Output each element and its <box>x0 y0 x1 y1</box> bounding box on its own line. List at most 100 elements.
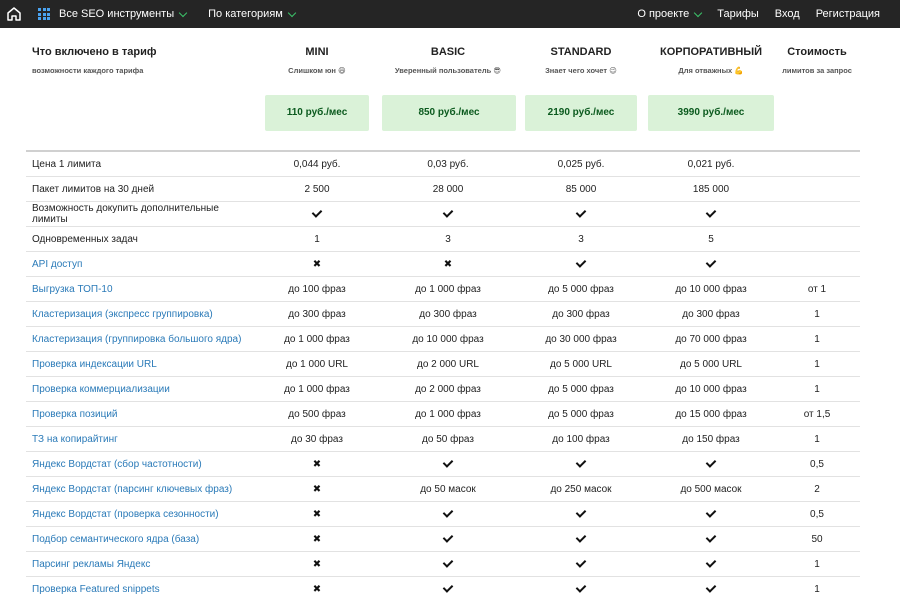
cross-icon: ✖ <box>444 260 452 270</box>
value-cell <box>252 202 382 227</box>
register-link[interactable]: Регистрация <box>816 8 880 20</box>
header-cell: Что включено в тариф возможности каждого… <box>26 28 252 75</box>
cost-subtitle: лимитов за запрос <box>774 66 860 75</box>
plan-header-corporate: КОРПОРАТИВНЫЙ Для отважных 💪 <box>648 28 774 75</box>
feature-link[interactable]: Выгрузка ТОП-10 <box>26 277 252 302</box>
price-button-corporate[interactable]: 3990 руб./мес <box>648 95 774 131</box>
value-cell: до 1 000 фраз <box>252 327 382 352</box>
feature-link[interactable]: Проверка индексации URL <box>26 352 252 377</box>
cost-cell <box>774 227 860 252</box>
value-cell <box>382 502 514 527</box>
value-cell: до 1 000 фраз <box>252 377 382 402</box>
pricing-table: Что включено в тариф возможности каждого… <box>26 28 860 601</box>
feature-link[interactable]: Яндекс Вордстат (проверка сезонности) <box>26 502 252 527</box>
feature-link[interactable]: Кластеризация (экспресс группировка) <box>26 302 252 327</box>
table-row: ТЗ на копирайтингдо 30 фраздо 50 фраздо … <box>26 427 860 452</box>
by-category-label: По категориям <box>208 8 283 20</box>
value-cell: 0,025 руб. <box>514 151 648 177</box>
value-cell <box>648 502 774 527</box>
cost-cell: от 1 <box>774 277 860 302</box>
value-cell: до 500 фраз <box>252 402 382 427</box>
plan-name: BASIC <box>382 28 514 58</box>
cross-icon: ✖ <box>313 585 321 595</box>
value-cell: ✖ <box>252 502 382 527</box>
check-icon <box>706 582 717 593</box>
home-icon[interactable] <box>0 0 28 28</box>
feature-link[interactable]: Проверка коммерциализации <box>26 377 252 402</box>
value-cell: до 5 000 URL <box>514 352 648 377</box>
feature-link[interactable]: Яндекс Вордстат (сбор частотности) <box>26 452 252 477</box>
value-cell: до 30 000 фраз <box>514 327 648 352</box>
check-icon <box>443 557 454 568</box>
value-cell: до 10 000 фраз <box>382 327 514 352</box>
cross-icon: ✖ <box>313 460 321 470</box>
cost-header: Стоимость лимитов за запрос <box>774 28 860 75</box>
value-cell: ✖ <box>252 577 382 601</box>
cross-icon: ✖ <box>313 260 321 270</box>
cost-cell <box>774 177 860 202</box>
value-cell: до 1 000 фраз <box>382 277 514 302</box>
value-cell: 5 <box>648 227 774 252</box>
feature-link[interactable]: Кластеризация (группировка большого ядра… <box>26 327 252 352</box>
plan-name: КОРПОРАТИВНЫЙ <box>648 28 774 58</box>
feature-link[interactable]: API доступ <box>26 252 252 277</box>
chevron-down-icon <box>694 8 702 16</box>
table-row: Возможность докупить дополнительные лими… <box>26 202 860 227</box>
all-seo-tools-menu[interactable]: Все SEO инструменты <box>59 8 186 20</box>
plan-name: STANDARD <box>514 28 648 58</box>
value-cell: до 5 000 URL <box>648 352 774 377</box>
value-cell: до 5 000 фраз <box>514 277 648 302</box>
value-cell: до 1 000 URL <box>252 352 382 377</box>
login-link[interactable]: Вход <box>775 8 800 20</box>
value-cell: ✖ <box>252 527 382 552</box>
check-icon <box>576 257 587 268</box>
table-row: Подбор семантического ядра (база)✖50 <box>26 527 860 552</box>
value-cell: до 10 000 фраз <box>648 377 774 402</box>
value-cell: 28 000 <box>382 177 514 202</box>
price-button-basic[interactable]: 850 руб./мес <box>382 95 516 131</box>
value-cell <box>382 202 514 227</box>
feature-link[interactable]: Яндекс Вордстат (парсинг ключевых фраз) <box>26 477 252 502</box>
by-category-menu[interactable]: По категориям <box>208 8 295 20</box>
table-row: Проверка Featured snippets✖1 <box>26 577 860 601</box>
check-icon <box>706 557 717 568</box>
value-cell: 85 000 <box>514 177 648 202</box>
feature-link[interactable]: Проверка позиций <box>26 402 252 427</box>
check-icon <box>576 457 587 468</box>
value-cell: до 1 000 фраз <box>382 402 514 427</box>
price-button-mini[interactable]: 110 руб./мес <box>265 95 369 131</box>
cross-icon: ✖ <box>313 510 321 520</box>
table-row: Проверка позицийдо 500 фраздо 1 000 фраз… <box>26 402 860 427</box>
value-cell <box>514 252 648 277</box>
value-cell: до 100 фраз <box>514 427 648 452</box>
tariffs-link[interactable]: Тарифы <box>717 8 759 20</box>
value-cell: до 2 000 URL <box>382 352 514 377</box>
cost-cell <box>774 202 860 227</box>
check-icon <box>443 532 454 543</box>
table-row: Яндекс Вордстат (проверка сезонности)✖0,… <box>26 502 860 527</box>
feature-link[interactable]: Подбор семантического ядра (база) <box>26 527 252 552</box>
plan-header-standard: STANDARD Знает чего хочет 😉 <box>514 28 648 75</box>
feature-link[interactable]: ТЗ на копирайтинг <box>26 427 252 452</box>
value-cell: до 15 000 фраз <box>648 402 774 427</box>
cost-title: Стоимость <box>774 28 860 58</box>
about-menu[interactable]: О проекте <box>637 8 701 20</box>
check-icon <box>706 257 717 268</box>
value-cell <box>382 552 514 577</box>
cost-cell <box>774 151 860 177</box>
price-row: 110 руб./мес 850 руб./мес 2190 руб./мес … <box>26 75 860 151</box>
cost-cell <box>774 252 860 277</box>
plan-subtitle: Знает чего хочет 😉 <box>514 66 648 75</box>
price-button-standard[interactable]: 2190 руб./мес <box>525 95 637 131</box>
value-cell <box>514 527 648 552</box>
apps-grid-icon[interactable] <box>38 8 50 20</box>
cost-cell: 1 <box>774 552 860 577</box>
check-icon <box>576 557 587 568</box>
value-cell: 3 <box>514 227 648 252</box>
check-icon <box>576 532 587 543</box>
plan-header-row: Что включено в тариф возможности каждого… <box>26 28 860 75</box>
feature-link[interactable]: Проверка Featured snippets <box>26 577 252 601</box>
value-cell: 2 500 <box>252 177 382 202</box>
feature-link[interactable]: Парсинг рекламы Яндекс <box>26 552 252 577</box>
check-icon <box>443 507 454 518</box>
